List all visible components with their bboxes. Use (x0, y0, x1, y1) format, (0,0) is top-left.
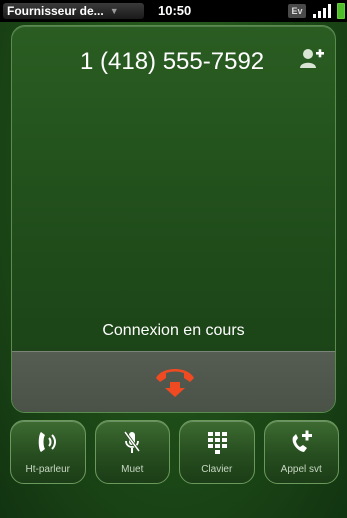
add-call-button[interactable]: Appel svt (263, 420, 339, 484)
speaker-icon (38, 432, 56, 452)
caret-down-icon: ▼ (109, 6, 119, 16)
call-actions: Ht-parleur Muet Clavier Appel svt (10, 420, 339, 484)
end-call-button[interactable] (152, 362, 198, 398)
phone-number: 1 (418) 555-7592 (80, 48, 265, 75)
mute-icon (124, 431, 141, 453)
mute-label: Muet (121, 464, 144, 475)
status-bar: Fournisseur de... ▼ 10:50 Ev (0, 0, 347, 22)
end-call-icon (156, 369, 194, 397)
call-status: Connexion en cours (102, 322, 245, 339)
keypad-label: Clavier (201, 464, 233, 475)
mute-button[interactable]: Muet (94, 420, 170, 484)
call-card: 1 (418) 555-7592 Connexion en cours (11, 25, 336, 413)
clock: 10:50 (158, 3, 192, 18)
add-call-label: Appel svt (280, 464, 322, 475)
keypad-icon (207, 432, 227, 454)
add-contact-icon[interactable] (299, 46, 325, 70)
speaker-button[interactable]: Ht-parleur (10, 420, 86, 484)
add-call-icon (292, 430, 313, 452)
speaker-label: Ht-parleur (25, 464, 70, 475)
carrier-menu[interactable]: Fournisseur de... ▼ (3, 3, 144, 19)
phone-app: 1 (418) 555-7592 Connexion en cours Ht-p… (0, 22, 347, 518)
carrier-label: Fournisseur de... (7, 4, 104, 18)
battery-icon (337, 3, 345, 19)
network-badge: Ev (288, 4, 306, 18)
signal-icon (311, 4, 335, 18)
keypad-button[interactable]: Clavier (179, 420, 255, 484)
